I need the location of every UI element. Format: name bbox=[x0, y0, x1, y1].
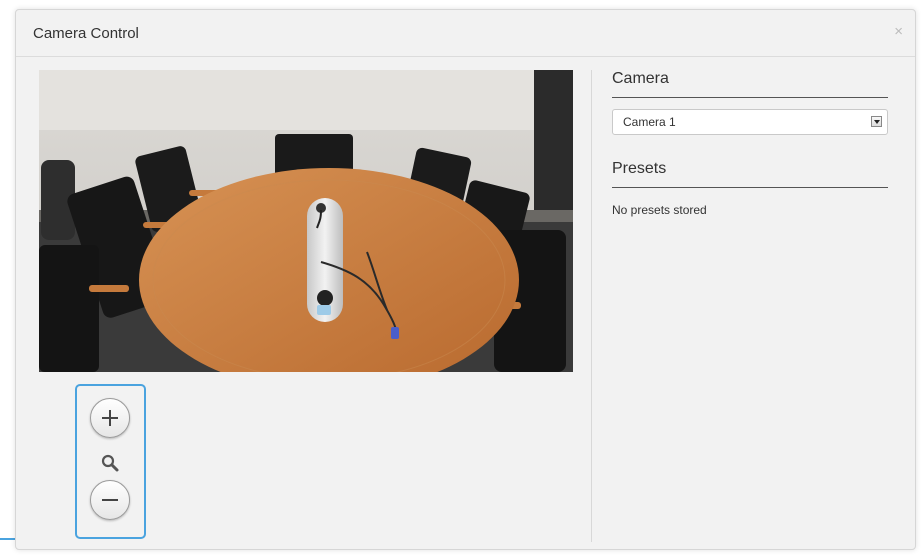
magnifier-icon bbox=[100, 453, 120, 478]
zoom-controls bbox=[75, 384, 146, 539]
side-panel: Camera Camera 1 Presets No presets store… bbox=[612, 70, 888, 217]
camera-heading-rule bbox=[612, 97, 888, 98]
camera-video-feed[interactable] bbox=[39, 70, 573, 372]
presets-empty-text: No presets stored bbox=[612, 203, 707, 217]
close-icon[interactable]: × bbox=[894, 23, 903, 40]
presets-heading: Presets bbox=[612, 160, 667, 177]
minus-icon bbox=[102, 499, 118, 501]
plus-icon bbox=[102, 410, 118, 426]
camera-heading: Camera bbox=[612, 70, 669, 87]
presets-heading-rule bbox=[612, 187, 888, 188]
chevron-down-icon bbox=[871, 116, 882, 127]
meeting-room-image bbox=[39, 70, 573, 372]
camera-control-dialog: Camera Control × Camera Camera 1 Presets… bbox=[15, 9, 916, 550]
dialog-header: Camera Control × bbox=[16, 10, 915, 57]
vertical-divider bbox=[591, 70, 592, 542]
zoom-in-button[interactable] bbox=[90, 398, 130, 438]
zoom-out-button[interactable] bbox=[90, 480, 130, 520]
dialog-title: Camera Control bbox=[33, 25, 139, 42]
camera-select-value: Camera 1 bbox=[623, 115, 676, 129]
camera-select[interactable]: Camera 1 bbox=[612, 109, 888, 135]
